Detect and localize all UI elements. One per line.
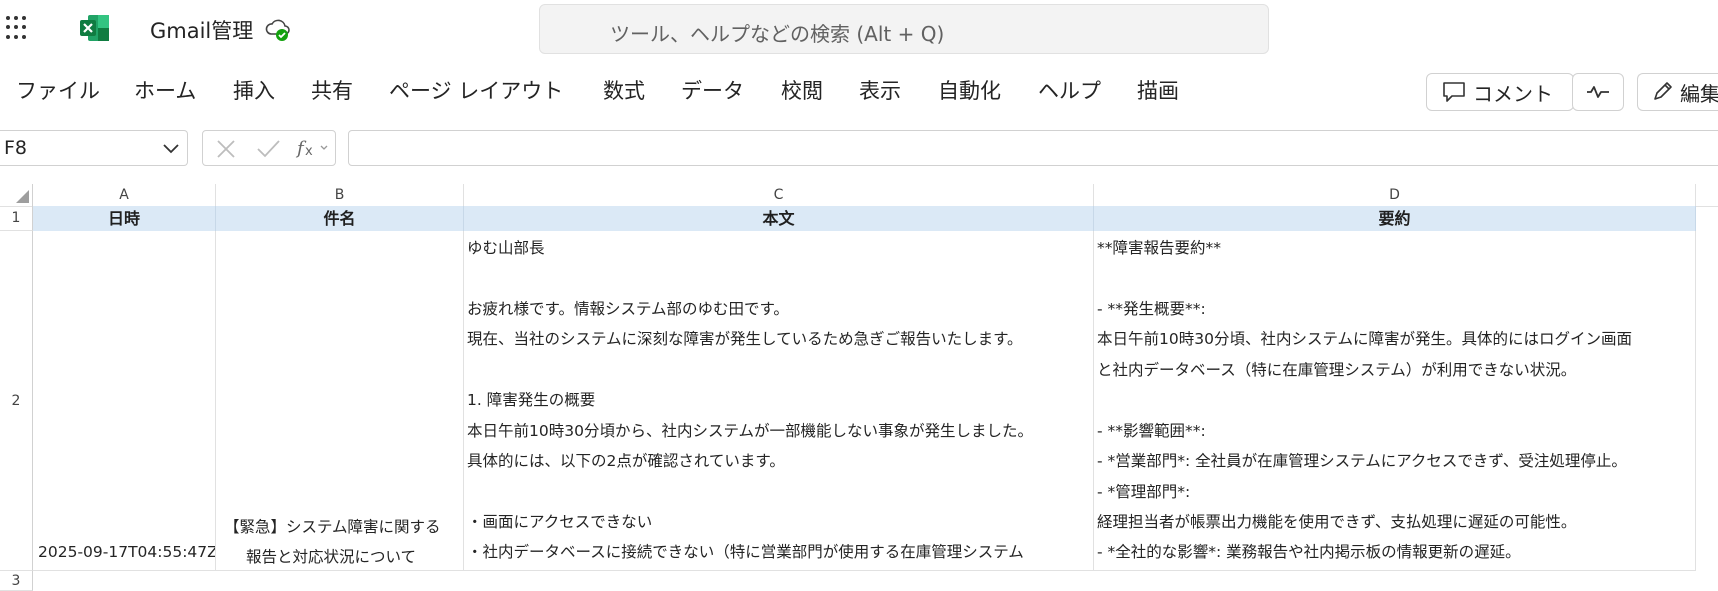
tab-share[interactable]: 共有 (311, 75, 353, 105)
summary-line: 本日午前10時30分頃、社内システムに障害が発生。具体的にはログイン画面 (1097, 330, 1632, 348)
summary-line: - *営業部門*: 全社員が在庫管理システムにアクセスできず、受注処理停止。 (1097, 452, 1627, 470)
tab-home[interactable]: ホーム (134, 75, 196, 105)
formula-input[interactable] (348, 130, 1718, 166)
name-box-value: F8 (4, 137, 28, 159)
formula-bar: F8 f x (0, 126, 1718, 170)
body-line: 1. 障害発生の概要 (467, 391, 596, 409)
row-header-3[interactable]: 3 (0, 571, 33, 591)
title-bar: Gmail管理 ツール、ヘルプなどの検索 (Alt + Q) (0, 0, 1718, 58)
tab-file[interactable]: ファイル (16, 75, 100, 105)
tab-insert[interactable]: 挿入 (233, 75, 275, 105)
name-box[interactable]: F8 (0, 130, 188, 166)
summary-line: **障害報告要約** (1097, 239, 1222, 257)
body-line: ・画面にアクセスできない (467, 513, 653, 531)
tab-help[interactable]: ヘルプ (1038, 75, 1101, 105)
app-launcher-icon[interactable] (6, 16, 30, 40)
summary-line: と社内データベース（特に在庫管理システム）が利用できない状況。 (1097, 361, 1577, 379)
column-header-b[interactable]: B (216, 184, 464, 206)
cancel-icon[interactable] (215, 138, 237, 160)
column-header-c[interactable]: C (464, 184, 1094, 206)
cell-d2-summary[interactable]: **障害報告要約** - **発生概要**: 本日午前10時30分頃、社内システ… (1094, 231, 1696, 571)
edit-mode-button[interactable]: 編集 (1637, 73, 1718, 111)
body-line: 本日午前10時30分頃から、社内システムが一部機能しない事象が発生しました。 (467, 422, 1033, 440)
header-cell-subject[interactable]: 件名 (216, 206, 464, 231)
body-line: お疲れ様です。情報システム部のゆむ田です。 (467, 300, 789, 318)
excel-logo-icon[interactable] (80, 14, 110, 42)
chevron-down-icon[interactable] (161, 142, 181, 156)
cloud-sync-icon[interactable] (264, 17, 292, 43)
header-cell-datetime[interactable]: 日時 (33, 206, 216, 231)
tab-automate[interactable]: 自動化 (938, 75, 1001, 105)
tab-data[interactable]: データ (681, 75, 744, 105)
cell-a2-datetime[interactable]: 2025-09-17T04:55:47Z (33, 231, 216, 571)
body-line: 具体的には、以下の2点が確認されています。 (467, 452, 785, 470)
body-line: ・社内データベースに接続できない（特に営業部門が使用する在庫管理システム (467, 543, 1024, 561)
document-title[interactable]: Gmail管理 (150, 15, 253, 45)
datetime-value: 2025-09-17T04:55:47Z (38, 543, 216, 561)
search-box[interactable]: ツール、ヘルプなどの検索 (Alt + Q) (539, 4, 1269, 54)
summary-line: - **影響範囲**: (1097, 422, 1206, 440)
select-all-corner[interactable] (0, 184, 33, 206)
tab-formulas[interactable]: 数式 (603, 75, 645, 105)
select-all-icon (16, 190, 29, 203)
tab-view[interactable]: 表示 (859, 75, 901, 105)
spreadsheet-grid: A B C D 1 2 3 日時 件名 本文 要約 2025-09-17T04:… (0, 170, 1718, 591)
cell-b2-subject[interactable]: 【緊急】システム障害に関する 報告と対応状況について (216, 231, 464, 571)
ribbon-tabs: ファイル ホーム 挿入 共有 ページ レイアウト 数式 データ 校閲 表示 自動… (0, 58, 1718, 126)
summary-line: - *管理部門*: (1097, 483, 1191, 501)
formula-actions: f x (202, 130, 336, 166)
column-header-d[interactable]: D (1094, 184, 1696, 206)
subject-line: 【緊急】システム障害に関する (224, 518, 441, 536)
subject-line: 報告と対応状況について (246, 548, 417, 566)
edit-label: 編集 (1680, 81, 1718, 106)
row-header-2[interactable]: 2 (0, 231, 33, 571)
tab-review[interactable]: 校閲 (781, 75, 823, 105)
summary-line: - **発生概要**: (1097, 300, 1206, 318)
pen-icon (1654, 82, 1672, 100)
svg-text:x: x (305, 144, 313, 159)
search-placeholder: ツール、ヘルプなどの検索 (Alt + Q) (610, 22, 945, 46)
body-line: ゆむ山部長 (467, 239, 545, 257)
header-cell-body[interactable]: 本文 (464, 206, 1094, 231)
header-row: 日時 件名 本文 要約 (33, 206, 1696, 231)
comment-label: コメント (1473, 81, 1553, 106)
fx-icon[interactable]: f x (295, 136, 331, 160)
tab-page-layout[interactable]: ページ レイアウト (389, 75, 563, 105)
row-header-1[interactable]: 1 (0, 206, 33, 231)
catch-up-button[interactable] (1572, 73, 1624, 111)
header-cell-summary[interactable]: 要約 (1094, 206, 1696, 231)
summary-line: - *全社的な影響*: 業務報告や社内掲示板の情報更新の遅延。 (1097, 543, 1521, 561)
check-icon[interactable] (255, 138, 281, 160)
comment-button[interactable]: コメント (1426, 73, 1574, 111)
comment-icon (1443, 82, 1465, 102)
tab-draw[interactable]: 描画 (1137, 75, 1179, 105)
wave-icon (1587, 86, 1609, 98)
body-line: 現在、当社のシステムに深刻な障害が発生しているため急ぎご報告いたします。 (467, 330, 1023, 348)
summary-line: 経理担当者が帳票出力機能を使用できず、支払処理に遅延の可能性。 (1097, 513, 1577, 531)
cell-c2-body[interactable]: ゆむ山部長 お疲れ様です。情報システム部のゆむ田です。 現在、当社のシステムに深… (464, 231, 1094, 571)
column-header-a[interactable]: A (33, 184, 216, 206)
